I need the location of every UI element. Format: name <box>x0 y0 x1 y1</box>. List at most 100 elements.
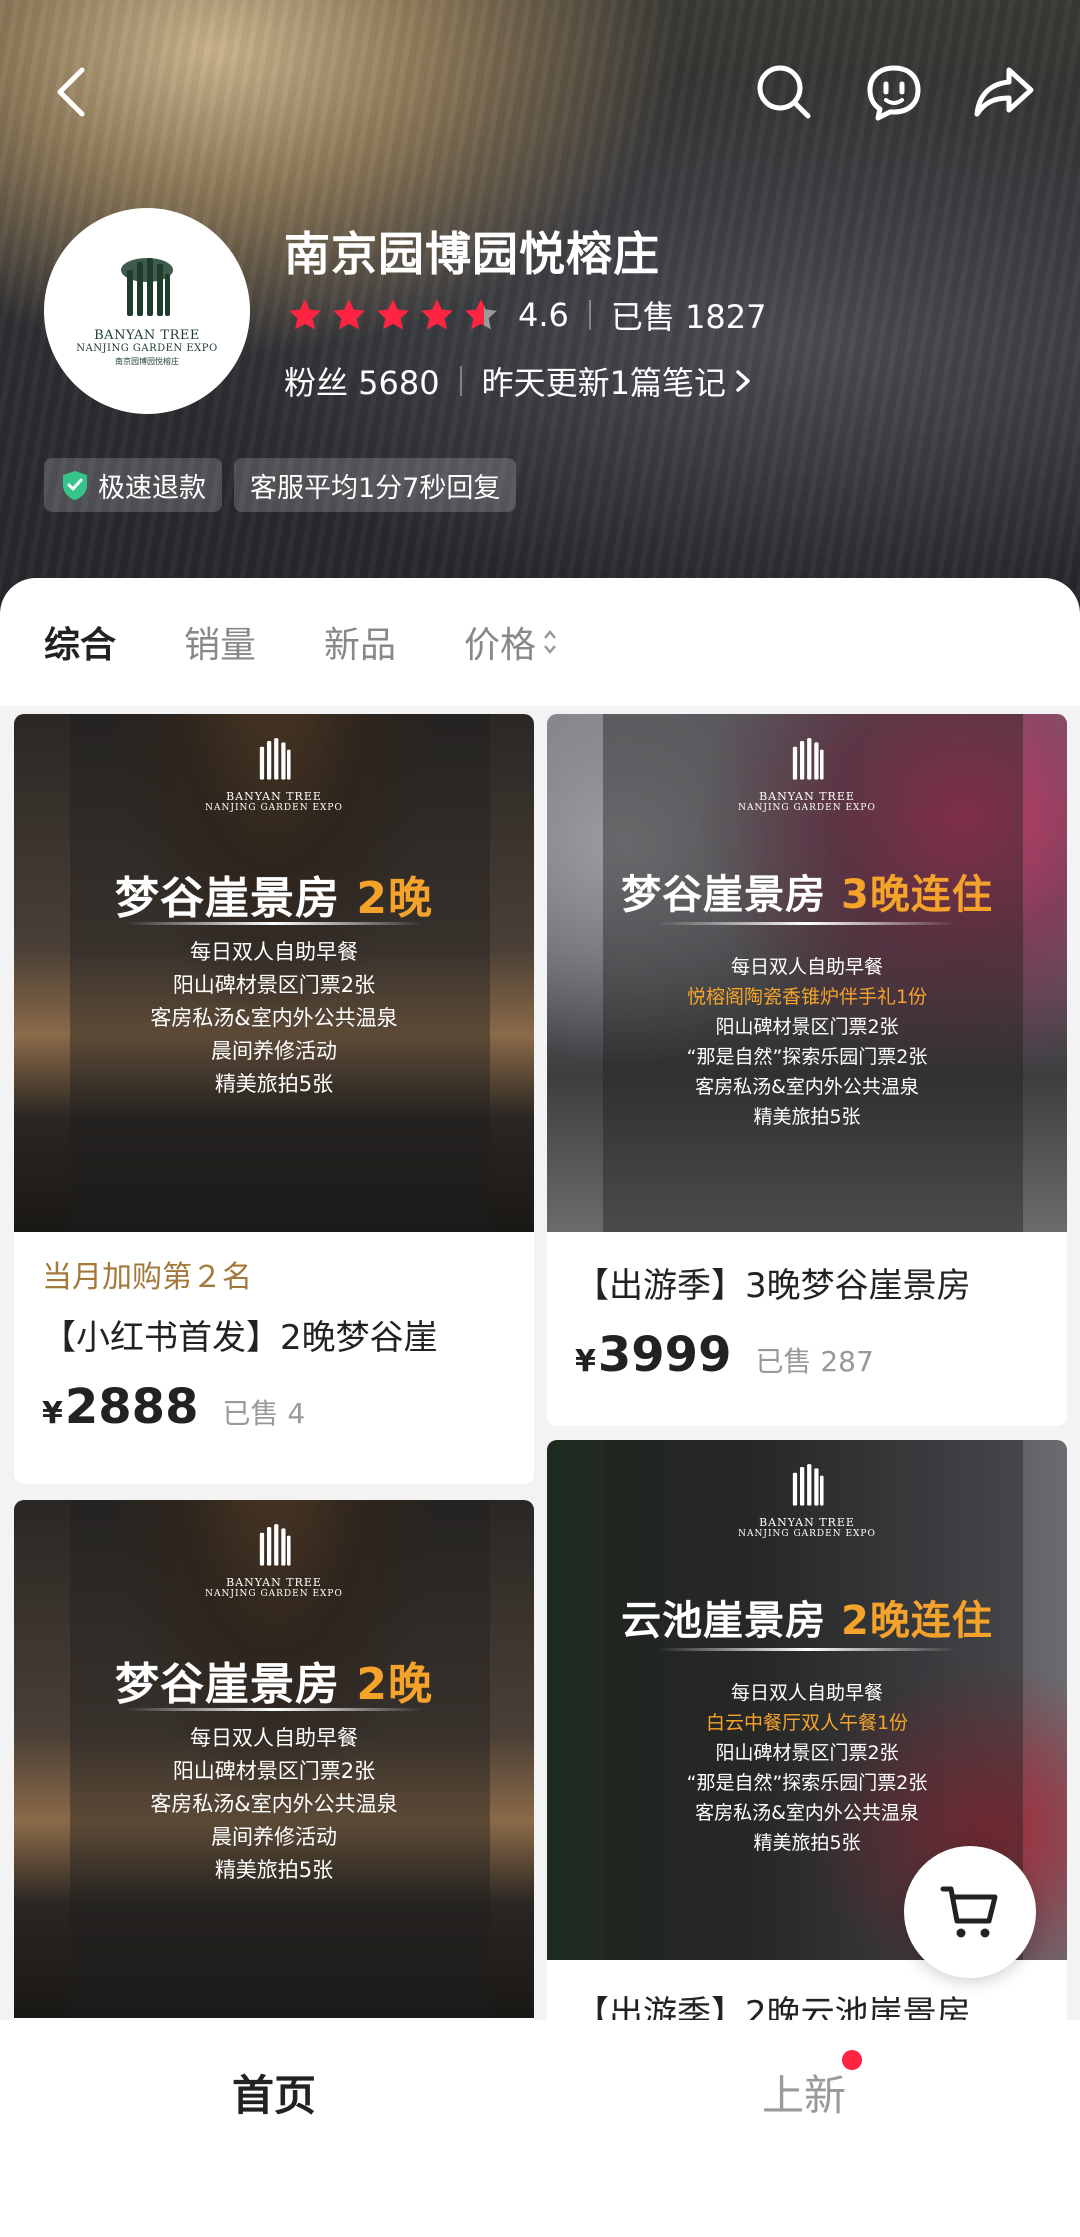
rank-label: 当月加购第２名 <box>42 1260 252 1295</box>
chevron-right-icon[interactable] <box>732 366 754 396</box>
update-note-link[interactable]: 昨天更新1篇笔记 <box>482 358 726 404</box>
half-star-icon <box>465 299 497 330</box>
currency-symbol: ¥ <box>575 1344 596 1379</box>
headline-underline <box>124 922 424 925</box>
tab-label: 新品 <box>324 625 397 666</box>
benefit-line: 客房私汤&室内外公共温泉 <box>695 1076 919 1098</box>
image-benefit-lines: 每日双人自助早餐 悦榕阁陶瓷香锥炉伴手礼1份 阳山碑材景区门票2张 “那是自然”… <box>547 952 1067 1132</box>
tab-new[interactable]: 新品 <box>324 616 396 668</box>
product-image[interactable]: BANYAN TREE NANJING GARDEN EXPO 梦谷崖景房 2晚… <box>14 714 534 1232</box>
bottom-nav: 首页 上新 <box>0 2020 1080 2237</box>
benefit-line: 精美旅拍5张 <box>214 1858 334 1882</box>
image-headline: 梦谷崖景房 2晚 <box>14 1648 534 1712</box>
rating-stars <box>286 296 500 334</box>
headline-highlight: 3晚连住 <box>841 872 993 918</box>
image-benefit-lines: 每日双人自助早餐 阳山碑材景区门票2张 客房私汤&室内外公共温泉 晨间养修活动 … <box>14 936 534 1101</box>
shop-avatar[interactable]: BANYAN TREE NANJING GARDEN EXPO 南京园博园悦榕庄 <box>44 208 250 414</box>
benefit-line: 晨间养修活动 <box>211 1825 337 1849</box>
product-card[interactable]: BANYAN TREE NANJING GARDEN EXPO 梦谷崖景房 3晚… <box>547 714 1067 1426</box>
price-row: ¥ 2888 已售 4 <box>42 1379 506 1435</box>
nav-new-arrivals[interactable]: 上新 <box>762 2062 846 2123</box>
shield-check-icon <box>63 471 87 500</box>
image-logo-subtext: NANJING GARDEN EXPO <box>205 1589 343 1599</box>
benefit-line: 精美旅拍5张 <box>753 1106 861 1128</box>
star-icon <box>333 299 365 330</box>
fans-count: 粉丝 5680 <box>284 364 440 402</box>
product-image[interactable]: BANYAN TREE NANJING GARDEN EXPO 梦谷崖景房 2晚… <box>14 1500 534 2018</box>
product-info: 当月加购第２名 【小红书首发】2晚梦谷崖 ¥ 2888 已售 4 <box>14 1232 534 1435</box>
benefit-line: 晨间养修活动 <box>211 1039 337 1063</box>
product-image[interactable]: BANYAN TREE NANJING GARDEN EXPO 梦谷崖景房 3晚… <box>547 714 1067 1232</box>
headline-underline <box>124 1708 424 1711</box>
headline-highlight: 2晚 <box>356 1659 433 1710</box>
product-sold-count: 已售 4 <box>222 1397 306 1430</box>
rating-value: 4.6 <box>518 296 569 334</box>
product-title: 【小红书首发】2晚梦谷崖 <box>42 1318 438 1358</box>
image-logo: BANYAN TREE NANJING GARDEN EXPO <box>205 1522 343 1599</box>
image-headline: 梦谷崖景房 2晚 <box>14 862 534 926</box>
image-headline: 云池崖景房 2晚连住 <box>547 1588 1067 1646</box>
banyan-tree-logo-icon <box>792 738 824 780</box>
headline-underline <box>657 922 957 925</box>
cart-button[interactable] <box>904 1846 1036 1978</box>
tab-sales[interactable]: 销量 <box>184 616 256 668</box>
benefit-line: 阳山碑材景区门票2张 <box>172 1759 376 1783</box>
rating-row: 4.6 已售 1827 <box>286 292 767 338</box>
benefit-line: 阳山碑材景区门票2张 <box>172 973 376 997</box>
headline-highlight: 2晚 <box>356 873 433 924</box>
message-icon[interactable] <box>860 58 928 126</box>
star-icon <box>421 299 453 330</box>
tab-price[interactable]: 价格 <box>464 616 558 668</box>
tab-label: 价格 <box>464 625 537 666</box>
banyan-tree-logo-icon <box>259 738 291 780</box>
product-title: 【出游季】3晚梦谷崖景房 <box>575 1266 971 1306</box>
product-card[interactable]: BANYAN TREE NANJING GARDEN EXPO 梦谷崖景房 2晚… <box>14 714 534 1484</box>
headline-main: 梦谷崖景房 <box>115 873 341 924</box>
image-logo: BANYAN TREE NANJING GARDEN EXPO <box>738 736 876 813</box>
image-logo-subtext: NANJING GARDEN EXPO <box>738 1529 876 1539</box>
star-icon <box>289 299 321 330</box>
benefit-line-highlight: 悦榕阁陶瓷香锥炉伴手礼1份 <box>686 986 928 1008</box>
headline-main: 梦谷崖景房 <box>621 872 827 918</box>
image-logo: BANYAN TREE NANJING GARDEN EXPO <box>205 736 343 813</box>
headline-underline <box>657 1648 957 1651</box>
image-logo-text: BANYAN TREE <box>226 790 322 803</box>
avatar-brand-cn: 南京园博园悦榕庄 <box>115 356 179 366</box>
benefit-line: “那是自然”探索乐园门票2张 <box>686 1046 928 1068</box>
benefit-line: 客房私汤&室内外公共温泉 <box>150 1792 398 1816</box>
tab-comprehensive[interactable]: 综合 <box>44 616 116 668</box>
benefit-line: 每日双人自助早餐 <box>730 1682 883 1704</box>
benefit-line: 阳山碑材景区门票2张 <box>715 1742 899 1764</box>
fast-refund-badge: 极速退款 <box>44 458 222 512</box>
tab-label: 综合 <box>44 625 117 666</box>
banyan-tree-logo-icon <box>259 1524 291 1566</box>
benefit-line: 阳山碑材景区门票2张 <box>715 1016 899 1038</box>
notification-dot <box>842 2050 862 2070</box>
cart-icon <box>940 1886 998 1938</box>
divider <box>588 300 591 330</box>
tab-label: 销量 <box>184 625 257 666</box>
shop-name: 南京园博园悦榕庄 <box>284 227 660 281</box>
back-icon[interactable] <box>40 60 104 124</box>
shop-sold-count: 已售 1827 <box>610 298 767 336</box>
product-card[interactable]: BANYAN TREE NANJING GARDEN EXPO 梦谷崖景房 2晚… <box>14 1500 534 2040</box>
image-headline: 梦谷崖景房 3晚连住 <box>547 862 1067 920</box>
image-logo-subtext: NANJING GARDEN EXPO <box>205 803 343 813</box>
avatar-brand: BANYAN TREE <box>94 327 200 343</box>
badge-label: 极速退款 <box>98 472 206 504</box>
headline-main: 梦谷崖景房 <box>115 1659 341 1710</box>
headline-main: 云池崖景房 <box>621 1598 827 1644</box>
benefit-line: 每日双人自助早餐 <box>730 956 883 978</box>
badge-label: 客服平均1分7秒回复 <box>250 472 501 504</box>
divider <box>459 366 462 396</box>
image-logo-text: BANYAN TREE <box>759 1516 855 1529</box>
image-benefit-lines: 每日双人自助早餐 白云中餐厅双人午餐1份 阳山碑材景区门票2张 “那是自然”探索… <box>547 1678 1067 1858</box>
benefit-line: “那是自然”探索乐园门票2张 <box>686 1772 928 1794</box>
search-icon[interactable] <box>750 58 818 126</box>
share-icon[interactable] <box>970 58 1038 126</box>
product-info: 【出游季】3晚梦谷崖景房 ¥ 3999 已售 287 <box>547 1232 1067 1383</box>
nav-home[interactable]: 首页 <box>232 2062 316 2123</box>
product-price: 2888 <box>64 1379 199 1435</box>
benefit-line-highlight: 白云中餐厅双人午餐1份 <box>705 1712 909 1734</box>
star-icon <box>377 299 409 330</box>
